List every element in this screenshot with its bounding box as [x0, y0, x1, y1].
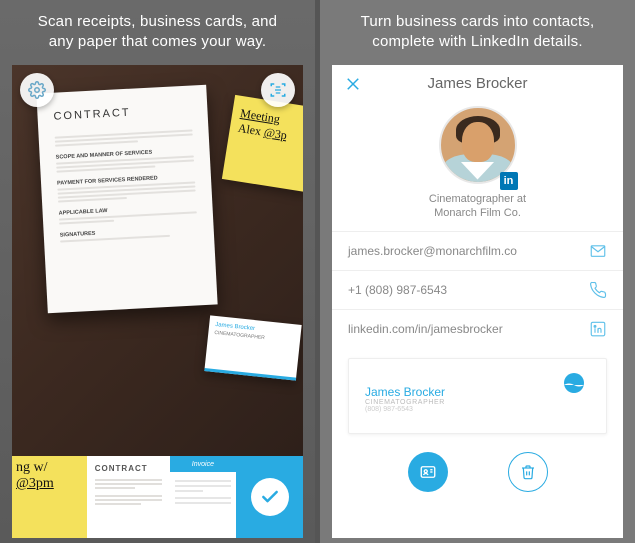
- scanned-document: CONTRACT SCOPE AND MANNER OF SERVICES PA…: [36, 84, 217, 313]
- scanner-panel: Scan receipts, business cards, and any p…: [0, 0, 315, 543]
- trash-icon: [520, 464, 536, 480]
- thumb-invoice[interactable]: Invoice: [170, 456, 237, 538]
- gear-icon: [28, 81, 46, 99]
- linkedin-row[interactable]: linkedin.com/in/jamesbrocker: [332, 309, 623, 348]
- phone-icon: [589, 281, 607, 299]
- close-icon: [344, 75, 362, 93]
- delete-button[interactable]: [508, 452, 548, 492]
- confirm-scan-button[interactable]: [236, 456, 303, 538]
- email-row[interactable]: james.brocker@monarchfilm.co: [332, 231, 623, 270]
- linkedin-icon: [589, 320, 607, 338]
- thumb-sticky[interactable]: ng w/ @3pm: [12, 456, 87, 538]
- thumb-contract[interactable]: CONTRACT: [87, 456, 170, 538]
- linkedin-value: linkedin.com/in/jamesbrocker: [348, 322, 503, 336]
- scan-mode-button[interactable]: [261, 73, 295, 107]
- contact-card-icon: [419, 463, 437, 481]
- document-title: CONTRACT: [53, 103, 191, 122]
- scan-icon: [269, 81, 287, 99]
- contact-card: James Brocker in Cinematographer at Mona…: [332, 65, 623, 539]
- contact-panel: Turn business cards into contacts, compl…: [320, 0, 635, 543]
- contact-name: James Brocker: [346, 75, 609, 92]
- save-contact-button[interactable]: [408, 452, 448, 492]
- settings-button[interactable]: [20, 73, 54, 107]
- card-logo-icon: [562, 371, 586, 395]
- scanned-card-preview[interactable]: James Brocker CINEMATOGRAPHER (808) 987-…: [348, 358, 607, 434]
- checkmark-icon: [251, 478, 289, 516]
- card-preview-name: James Brocker: [365, 385, 590, 399]
- email-value: james.brocker@monarchfilm.co: [348, 244, 517, 258]
- phone-value: +1 (808) 987-6543: [348, 283, 447, 297]
- linkedin-badge-icon: in: [500, 172, 518, 190]
- camera-viewport: CONTRACT SCOPE AND MANNER OF SERVICES PA…: [12, 65, 303, 457]
- phone-row[interactable]: +1 (808) 987-6543: [332, 270, 623, 309]
- sticky-note: Meeting Alex @3p: [222, 94, 303, 191]
- right-headline: Turn business cards into contacts, compl…: [320, 0, 635, 65]
- contact-title: Cinematographer at Monarch Film Co.: [332, 188, 623, 232]
- left-headline: Scan receipts, business cards, and any p…: [0, 0, 315, 65]
- mail-icon: [589, 242, 607, 260]
- close-button[interactable]: [344, 75, 362, 93]
- thumbnail-strip: ng w/ @3pm CONTRACT Invoice: [12, 456, 303, 538]
- card-preview-role: CINEMATOGRAPHER: [365, 399, 590, 406]
- business-card-on-desk: James Brocker CINEMATOGRAPHER: [204, 315, 301, 380]
- card-preview-phone: (808) 987-6543: [365, 406, 590, 413]
